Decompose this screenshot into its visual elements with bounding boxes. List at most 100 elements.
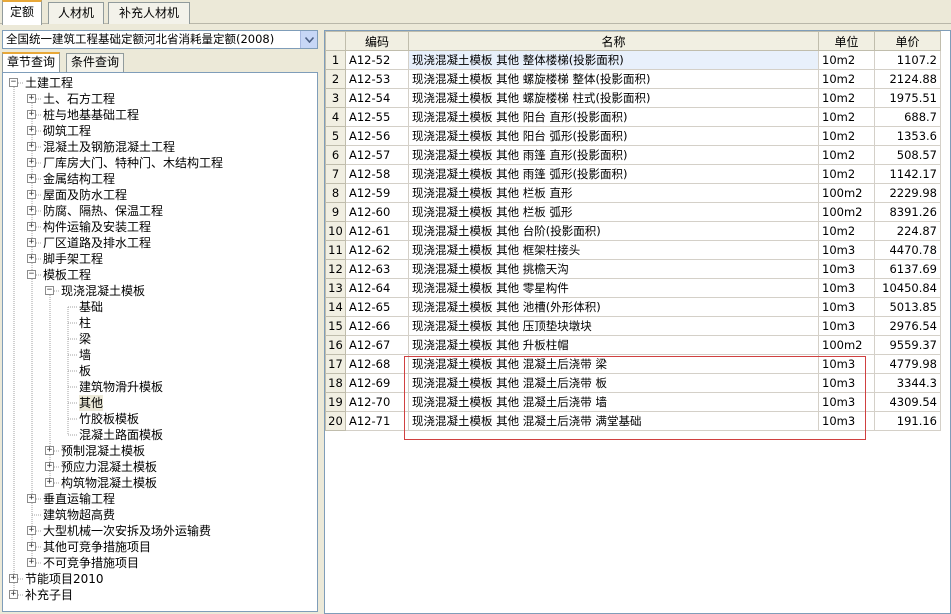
row-number-cell[interactable]: 16 bbox=[325, 335, 346, 355]
unit-cell[interactable]: 10m2 bbox=[818, 107, 875, 127]
row-number-cell[interactable]: 8 bbox=[325, 183, 346, 203]
expand-icon[interactable]: + bbox=[45, 478, 54, 487]
name-cell[interactable]: 现浇混凝土模板 其他 螺旋楼梯 柱式(投影面积) bbox=[408, 88, 819, 108]
code-cell[interactable]: A12-57 bbox=[345, 145, 409, 165]
price-cell[interactable]: 1142.17 bbox=[874, 164, 941, 184]
table-row[interactable]: 10 A12-61 现浇混凝土模板 其他 台阶(投影面积) 10m2 224.87 bbox=[325, 221, 941, 241]
price-cell[interactable]: 1107.2 bbox=[874, 50, 941, 70]
expand-icon[interactable]: + bbox=[27, 190, 36, 199]
expand-icon[interactable]: + bbox=[9, 574, 18, 583]
table-row[interactable]: 17 A12-68 现浇混凝土模板 其他 混凝土后浇带 梁 10m3 4779.98 bbox=[325, 354, 941, 374]
price-cell[interactable]: 9559.37 bbox=[874, 335, 941, 355]
name-cell[interactable]: 现浇混凝土模板 其他 栏板 直形 bbox=[408, 183, 819, 203]
name-cell[interactable]: 现浇混凝土模板 其他 挑檐天沟 bbox=[408, 259, 819, 279]
price-cell[interactable]: 1353.6 bbox=[874, 126, 941, 146]
code-cell[interactable]: A12-63 bbox=[345, 259, 409, 279]
price-cell[interactable]: 224.87 bbox=[874, 221, 941, 241]
unit-cell[interactable]: 10m3 bbox=[818, 373, 875, 393]
row-number-cell[interactable]: 10 bbox=[325, 221, 346, 241]
code-cell[interactable]: A12-61 bbox=[345, 221, 409, 241]
name-cell[interactable]: 现浇混凝土模板 其他 升板柱帽 bbox=[408, 335, 819, 355]
expand-icon[interactable]: + bbox=[27, 126, 36, 135]
tree-node[interactable]: 节能项目2010 bbox=[25, 571, 104, 587]
code-cell[interactable]: A12-52 bbox=[345, 50, 409, 70]
tree-node[interactable]: 金属结构工程 bbox=[43, 171, 115, 187]
row-number-cell[interactable]: 1 bbox=[325, 50, 346, 70]
row-number-cell[interactable]: 12 bbox=[325, 259, 346, 279]
code-cell[interactable]: A12-53 bbox=[345, 69, 409, 89]
code-cell[interactable]: A12-55 bbox=[345, 107, 409, 127]
code-cell[interactable]: A12-70 bbox=[345, 392, 409, 412]
expand-icon[interactable]: + bbox=[27, 494, 36, 503]
tree-node[interactable]: 建筑物超高费 bbox=[43, 507, 115, 523]
code-cell[interactable]: A12-64 bbox=[345, 278, 409, 298]
table-row[interactable]: 8 A12-59 现浇混凝土模板 其他 栏板 直形 100m2 2229.98 bbox=[325, 183, 941, 203]
unit-cell[interactable]: 10m2 bbox=[818, 126, 875, 146]
tree-node[interactable]: 预应力混凝土模板 bbox=[61, 459, 157, 475]
code-cell[interactable]: A12-60 bbox=[345, 202, 409, 222]
tree-node[interactable]: 预制混凝土模板 bbox=[61, 443, 145, 459]
row-number-cell[interactable]: 14 bbox=[325, 297, 346, 317]
expand-icon[interactable]: + bbox=[27, 174, 36, 183]
unit-cell[interactable]: 10m3 bbox=[818, 316, 875, 336]
code-cell[interactable]: A12-56 bbox=[345, 126, 409, 146]
expand-icon[interactable]: + bbox=[27, 558, 36, 567]
unit-cell[interactable]: 10m2 bbox=[818, 164, 875, 184]
code-cell[interactable]: A12-62 bbox=[345, 240, 409, 260]
quota-library-select[interactable]: 全国统一建筑工程基础定额河北省消耗量定额(2008) bbox=[2, 30, 318, 49]
tree-node[interactable]: 防腐、隔热、保温工程 bbox=[43, 203, 163, 219]
name-cell[interactable]: 现浇混凝土模板 其他 零星构件 bbox=[408, 278, 819, 298]
expand-icon[interactable]: + bbox=[9, 590, 18, 599]
tree-node[interactable]: 柱 bbox=[79, 315, 91, 331]
tree-node[interactable]: 土建工程 bbox=[25, 75, 73, 91]
table-row[interactable]: 7 A12-58 现浇混凝土模板 其他 雨篷 弧形(投影面积) 10m2 1142.17 bbox=[325, 164, 941, 184]
row-number-cell[interactable]: 6 bbox=[325, 145, 346, 165]
name-cell[interactable]: 现浇混凝土模板 其他 雨篷 直形(投影面积) bbox=[408, 145, 819, 165]
row-number-cell[interactable]: 7 bbox=[325, 164, 346, 184]
unit-cell[interactable]: 10m2 bbox=[818, 50, 875, 70]
tree-node[interactable]: 补充子目 bbox=[25, 587, 73, 603]
tree-node[interactable]: 构件运输及安装工程 bbox=[43, 219, 151, 235]
code-cell[interactable]: A12-67 bbox=[345, 335, 409, 355]
table-row[interactable]: 14 A12-65 现浇混凝土模板 其他 池槽(外形体积) 10m3 5013.85 bbox=[325, 297, 941, 317]
price-cell[interactable]: 2976.54 bbox=[874, 316, 941, 336]
tree-node[interactable]: 土、石方工程 bbox=[43, 91, 115, 107]
code-cell[interactable]: A12-59 bbox=[345, 183, 409, 203]
row-number-cell[interactable]: 19 bbox=[325, 392, 346, 412]
tree-node[interactable]: 现浇混凝土模板 bbox=[61, 283, 145, 299]
expand-icon[interactable]: + bbox=[45, 462, 54, 471]
expand-icon[interactable]: + bbox=[27, 526, 36, 535]
table-row[interactable]: 15 A12-66 现浇混凝土模板 其他 压顶垫块墩块 10m3 2976.54 bbox=[325, 316, 941, 336]
tree-node[interactable]: 竹胶板模板 bbox=[79, 411, 139, 427]
quota-grid[interactable]: 编码 名称 单位 单价 1 A12-52 现浇混凝土模板 其他 整体楼梯(投影面积)… bbox=[324, 30, 951, 614]
chevron-down-icon[interactable] bbox=[300, 31, 317, 48]
tree-node[interactable]: 构筑物混凝土模板 bbox=[61, 475, 157, 491]
unit-cell[interactable]: 10m3 bbox=[818, 240, 875, 260]
tree-node[interactable]: 砌筑工程 bbox=[43, 123, 91, 139]
row-number-cell[interactable]: 13 bbox=[325, 278, 346, 298]
unit-cell[interactable]: 100m2 bbox=[818, 335, 875, 355]
row-number-cell[interactable]: 17 bbox=[325, 354, 346, 374]
collapse-icon[interactable]: − bbox=[45, 286, 54, 295]
table-row[interactable]: 11 A12-62 现浇混凝土模板 其他 框架柱接头 10m3 4470.78 bbox=[325, 240, 941, 260]
row-number-cell[interactable]: 18 bbox=[325, 373, 346, 393]
price-cell[interactable]: 4470.78 bbox=[874, 240, 941, 260]
tree-node[interactable]: 屋面及防水工程 bbox=[43, 187, 127, 203]
unit-cell[interactable]: 10m3 bbox=[818, 297, 875, 317]
code-cell[interactable]: A12-54 bbox=[345, 88, 409, 108]
expand-icon[interactable]: + bbox=[27, 110, 36, 119]
table-row[interactable]: 13 A12-64 现浇混凝土模板 其他 零星构件 10m3 10450.84 bbox=[325, 278, 941, 298]
unit-cell[interactable]: 10m3 bbox=[818, 411, 875, 431]
price-column-header[interactable]: 单价 bbox=[874, 31, 941, 51]
expand-icon[interactable]: + bbox=[27, 142, 36, 151]
name-cell[interactable]: 现浇混凝土模板 其他 整体楼梯(投影面积) bbox=[408, 50, 819, 70]
tree-node[interactable]: 厂区道路及排水工程 bbox=[43, 235, 151, 251]
price-cell[interactable]: 4309.54 bbox=[874, 392, 941, 412]
tab-condition-query[interactable]: 条件查询 bbox=[66, 53, 125, 72]
table-row[interactable]: 3 A12-54 现浇混凝土模板 其他 螺旋楼梯 柱式(投影面积) 10m2 1975.… bbox=[325, 88, 941, 108]
price-cell[interactable]: 2229.98 bbox=[874, 183, 941, 203]
table-row[interactable]: 1 A12-52 现浇混凝土模板 其他 整体楼梯(投影面积) 10m2 1107.2 bbox=[325, 50, 941, 70]
tree-node[interactable]: 垂直运输工程 bbox=[43, 491, 115, 507]
code-cell[interactable]: A12-71 bbox=[345, 411, 409, 431]
row-number-cell[interactable]: 15 bbox=[325, 316, 346, 336]
